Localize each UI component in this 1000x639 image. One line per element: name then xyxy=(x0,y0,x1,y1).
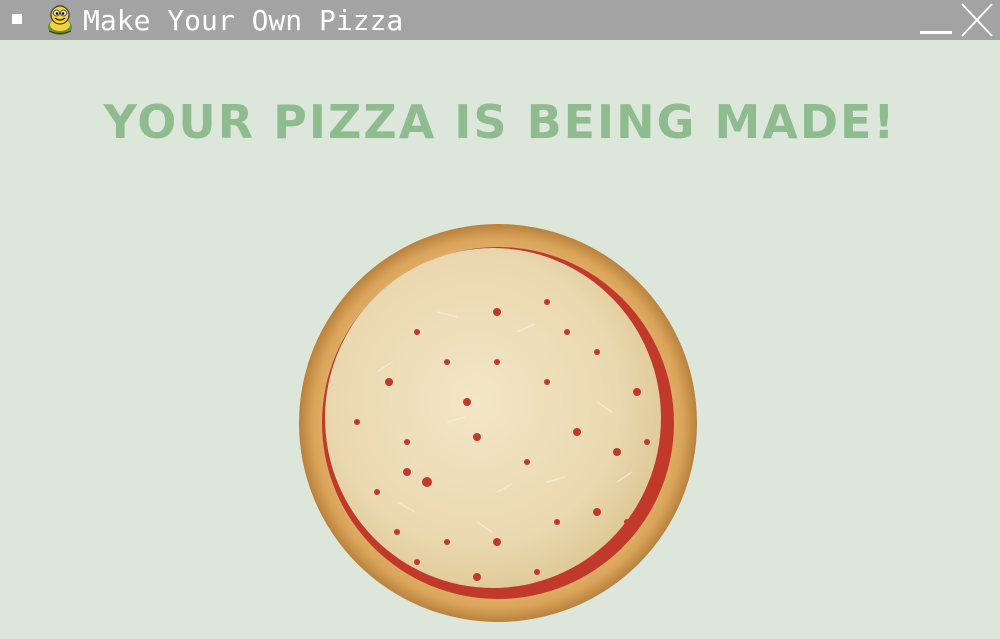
pygame-snake-icon xyxy=(48,5,72,35)
title-bar[interactable]: Make Your Own Pizza xyxy=(0,0,1000,40)
window-menu-icon[interactable] xyxy=(12,14,22,24)
app-window: Make Your Own Pizza YOUR PIZZA IS BEING … xyxy=(0,0,1000,639)
minimize-icon xyxy=(920,31,952,34)
close-button[interactable] xyxy=(958,2,996,38)
close-icon xyxy=(961,3,993,37)
status-headline: YOUR PIZZA IS BEING MADE! xyxy=(103,95,897,149)
minimize-button[interactable] xyxy=(918,6,954,36)
cheese-pizza-image xyxy=(297,222,699,624)
window-title: Make Your Own Pizza xyxy=(83,4,404,37)
